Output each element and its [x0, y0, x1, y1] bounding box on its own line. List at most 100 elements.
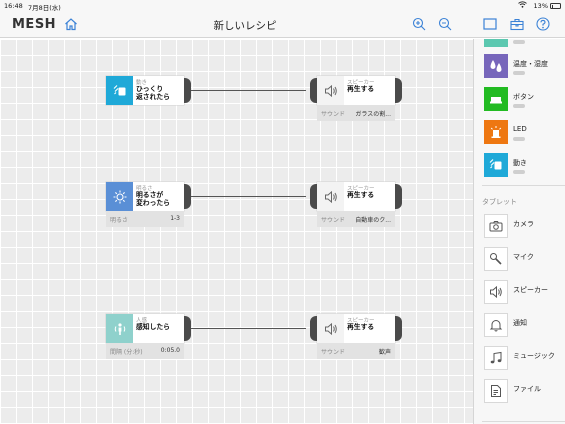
- temperature-humidity-icon: [484, 54, 508, 78]
- block-text: ひっくり 返されたら: [136, 85, 170, 101]
- output-port[interactable]: [184, 78, 191, 103]
- output-port[interactable]: [395, 78, 402, 103]
- motion-icon: [106, 76, 133, 105]
- speaker-icon: [317, 182, 344, 211]
- home-icon[interactable]: [63, 16, 79, 32]
- item-subtitle: [513, 104, 525, 108]
- block-text: 再生する: [347, 85, 375, 93]
- item-label: LED: [513, 125, 527, 133]
- footer-label: 間隔 (分:秒): [110, 349, 143, 356]
- output-port[interactable]: [395, 184, 402, 209]
- block-text: 再生する: [347, 191, 375, 199]
- item-subtitle: [513, 170, 525, 174]
- item-label: 通知: [513, 319, 527, 327]
- motion-sensor-icon: [106, 314, 133, 343]
- action-block-speaker[interactable]: スピーカー 再生する サウンド ガラスの割...: [310, 76, 402, 121]
- top-nav-bar: MESH 新しいレシピ: [0, 12, 565, 38]
- music-icon: [484, 346, 508, 370]
- footer-label: サウンド: [321, 111, 346, 118]
- battery-percent: 13%: [533, 2, 548, 10]
- trigger-block-motion[interactable]: 動き ひっくり 返されたら: [106, 76, 191, 105]
- palette-item-button[interactable]: ボタン: [474, 85, 565, 115]
- palette-item-partial[interactable]: [474, 39, 565, 51]
- item-subtitle: [513, 71, 525, 75]
- connection-wire: [190, 328, 306, 329]
- tablet-section-header: タブレット: [482, 198, 517, 206]
- item-subtitle: [513, 40, 525, 44]
- footer-label: 明るさ: [110, 217, 129, 224]
- status-bar: 16:48 7月8日(水) 13%: [0, 0, 565, 12]
- microphone-icon: [484, 247, 508, 271]
- page-title: 新しいレシピ: [213, 20, 277, 32]
- footer-value: 1-3: [170, 215, 180, 222]
- file-icon: [484, 379, 508, 403]
- palette-item-motion[interactable]: 動き: [474, 151, 565, 181]
- footer-value: 0:05.0: [160, 347, 180, 354]
- input-port[interactable]: [310, 78, 317, 103]
- action-block-speaker[interactable]: スピーカー 再生する サウンド 自動車のク...: [310, 182, 402, 227]
- item-label: 動き: [513, 159, 527, 167]
- connection-wire: [190, 196, 306, 197]
- action-block-speaker[interactable]: スピーカー 再生する サウンド 歓声: [310, 314, 402, 359]
- section-divider: [482, 421, 565, 422]
- block-text: 感知したら: [136, 323, 170, 331]
- footer-value: 歓声: [378, 349, 391, 356]
- item-label: マイク: [513, 253, 534, 261]
- connection-wire: [190, 90, 306, 91]
- zoom-in-icon[interactable]: [411, 16, 427, 32]
- status-date: 7月8日(水): [28, 4, 61, 12]
- palette-item-camera[interactable]: カメラ: [474, 212, 565, 242]
- palette-item-speaker[interactable]: スピーカー: [474, 278, 565, 308]
- block-footer[interactable]: サウンド 自動車のク...: [317, 211, 395, 227]
- item-label: ファイル: [513, 385, 541, 393]
- palette-item-led[interactable]: LED: [474, 118, 565, 148]
- item-label: スピーカー: [513, 286, 548, 294]
- recipe-canvas[interactable]: 動き ひっくり 返されたら スピーカー 再生する サウンド ガラスの割... 明…: [0, 39, 473, 424]
- palette-item-temperature-humidity[interactable]: 温度・湿度: [474, 52, 565, 82]
- footer-value: 自動車のク...: [355, 217, 391, 224]
- status-time: 16:48: [4, 2, 23, 10]
- block-footer[interactable]: サウンド 歓声: [317, 343, 395, 359]
- item-label: ミュージック: [513, 352, 555, 360]
- toolbox-icon[interactable]: [509, 16, 525, 32]
- partial-tile-icon: [484, 39, 508, 47]
- palette-item-file[interactable]: ファイル: [474, 377, 565, 407]
- input-port[interactable]: [310, 184, 317, 209]
- battery-icon: [550, 3, 561, 9]
- motion-icon: [484, 153, 508, 177]
- speaker-icon: [317, 76, 344, 105]
- item-subtitle: [513, 137, 525, 141]
- trigger-block-motion-sensor[interactable]: 人感 感知したら 間隔 (分:秒) 0:05.0: [106, 314, 191, 359]
- section-divider: [482, 185, 565, 186]
- block-text: 再生する: [347, 323, 375, 331]
- item-label: 温度・湿度: [513, 60, 548, 68]
- block-footer[interactable]: 明るさ 1-3: [106, 211, 184, 227]
- footer-label: サウンド: [321, 217, 346, 224]
- block-text: 明るさが 変わったら: [136, 191, 170, 207]
- button-icon: [484, 87, 508, 111]
- speaker-icon: [317, 314, 344, 343]
- speaker-icon: [484, 280, 508, 304]
- help-icon[interactable]: [535, 16, 551, 32]
- camera-icon: [484, 214, 508, 238]
- input-port[interactable]: [310, 316, 317, 341]
- trigger-block-brightness[interactable]: 明るさ 明るさが 変わったら 明るさ 1-3: [106, 182, 191, 227]
- canvas-view-icon[interactable]: [482, 16, 498, 32]
- block-footer[interactable]: 間隔 (分:秒) 0:05.0: [106, 343, 184, 359]
- footer-value: ガラスの割...: [355, 111, 391, 118]
- app-logo: MESH: [12, 17, 57, 32]
- item-label: ボタン: [513, 93, 534, 101]
- output-port[interactable]: [395, 316, 402, 341]
- palette-item-microphone[interactable]: マイク: [474, 245, 565, 275]
- block-footer[interactable]: サウンド ガラスの割...: [317, 105, 395, 121]
- palette-item-music[interactable]: ミュージック: [474, 344, 565, 374]
- block-palette-panel[interactable]: 温度・湿度 ボタン LED 動き タブレット カメラ マイク スピーカー 通知 …: [473, 39, 565, 424]
- zoom-out-icon[interactable]: [437, 16, 453, 32]
- output-port[interactable]: [184, 316, 191, 341]
- footer-label: サウンド: [321, 349, 346, 356]
- item-label: カメラ: [513, 220, 534, 228]
- led-icon: [484, 120, 508, 144]
- bell-icon: [484, 313, 508, 337]
- output-port[interactable]: [184, 184, 191, 209]
- palette-item-notification[interactable]: 通知: [474, 311, 565, 341]
